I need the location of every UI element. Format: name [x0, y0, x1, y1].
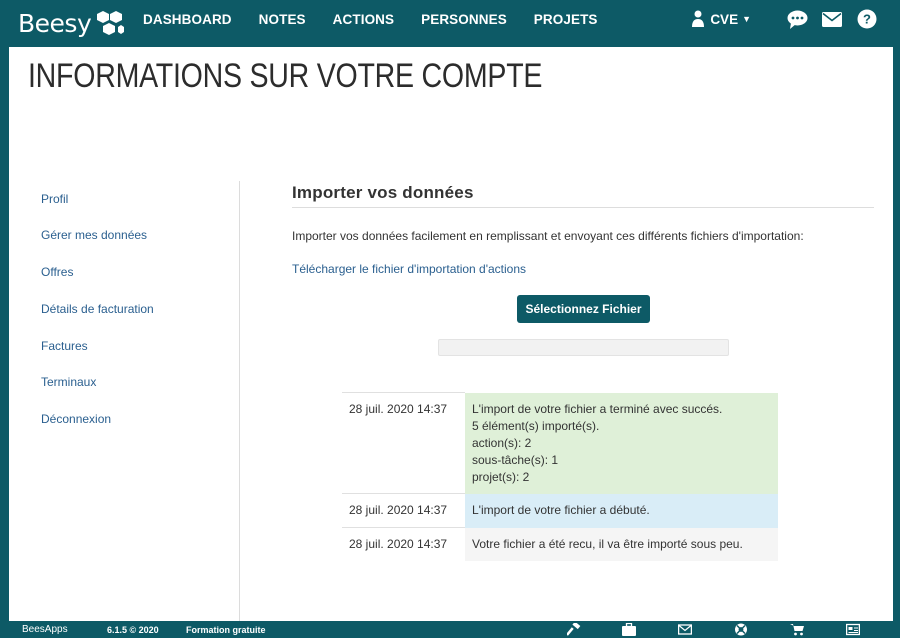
page-title: INFORMATIONS SUR VOTRE COMPTE — [28, 57, 543, 95]
upload-progress-bar — [438, 339, 729, 356]
sidebar-item-factures[interactable]: Factures — [41, 339, 88, 353]
svg-text:?: ? — [863, 12, 871, 27]
log-message: L'import de votre fichier a terminé avec… — [465, 392, 778, 494]
content-panel: INFORMATIONS SUR VOTRE COMPTE Profil Gér… — [9, 47, 893, 621]
log-message: L'import de votre fichier a débuté. — [465, 493, 778, 528]
help-icon[interactable]: ? — [856, 8, 878, 30]
footer-bar: BeesApps 6.1.5 © 2020 Formation gratuite — [0, 621, 900, 638]
user-initials: CVE — [710, 11, 739, 27]
log-message-line: 5 élément(s) importé(s). — [472, 418, 600, 433]
footer-version: 6.1.5 © 2020 — [107, 625, 159, 635]
sidebar-item-facturation[interactable]: Détails de facturation — [41, 302, 154, 316]
sidebar-item-gerer-donnees[interactable]: Gérer mes données — [41, 228, 147, 242]
nav-actions[interactable]: ACTIONS — [333, 12, 394, 27]
cart-icon[interactable] — [790, 623, 804, 636]
section-title: Importer vos données — [292, 181, 874, 208]
nav-right: CVE ▼ ? — [691, 0, 878, 38]
log-row: 28 juil. 2020 14:37 L'import de votre fic… — [342, 392, 778, 494]
nav-notes[interactable]: NOTES — [259, 12, 306, 27]
log-message-line: sous-tâche(s): 1 — [472, 452, 559, 467]
footer-training-link[interactable]: Formation gratuite — [186, 625, 266, 635]
log-message-line: action(s): 2 — [472, 435, 532, 450]
log-row: 28 juil. 2020 14:37 L'import de votre fic… — [342, 493, 778, 528]
import-intro: Importer vos données facilement en rempl… — [292, 229, 804, 243]
brand-logo-icon — [97, 11, 125, 35]
user-menu[interactable]: CVE ▼ — [691, 10, 751, 28]
select-file-button[interactable]: Sélectionnez Fichier — [517, 295, 650, 323]
mail-icon[interactable] — [821, 8, 843, 30]
nav-projets[interactable]: PROJETS — [534, 12, 598, 27]
log-date: 28 juil. 2020 14:37 — [342, 493, 465, 528]
footer-logo[interactable]: BeesApps — [22, 624, 68, 635]
support-icon[interactable] — [734, 623, 748, 636]
import-section: Importer vos données Importer vos donnée… — [292, 181, 874, 561]
log-date: 28 juil. 2020 14:37 — [342, 527, 465, 561]
top-navbar: Beesy DASHBOARD NOTES ACTIONS PERSONNES … — [0, 0, 900, 47]
user-icon — [692, 10, 705, 27]
log-message-line: projet(s): 2 — [472, 469, 530, 484]
hammer-icon[interactable] — [567, 623, 581, 636]
log-message-line: Votre fichier a été recu, il va être imp… — [472, 536, 743, 551]
card-icon[interactable] — [846, 623, 860, 636]
account-sidebar: Profil Gérer mes données Offres Détails … — [9, 181, 240, 621]
sidebar-item-terminaux[interactable]: Terminaux — [41, 375, 96, 389]
chevron-down-icon: ▼ — [742, 14, 751, 24]
main-nav: DASHBOARD NOTES ACTIONS PERSONNES PROJET… — [143, 0, 625, 38]
download-template-link[interactable]: Télécharger le fichier d'importation d'a… — [292, 262, 526, 276]
brand-name: Beesy — [18, 8, 92, 38]
log-row: 28 juil. 2020 14:37 Votre fichier a été r… — [342, 527, 778, 561]
sidebar-item-profil[interactable]: Profil — [41, 192, 68, 206]
mail-icon[interactable] — [678, 623, 692, 636]
sidebar-item-offres[interactable]: Offres — [41, 265, 73, 279]
brand[interactable]: Beesy — [18, 6, 125, 40]
log-date: 28 juil. 2020 14:37 — [342, 392, 465, 494]
nav-personnes[interactable]: PERSONNES — [421, 12, 507, 27]
nav-dashboard[interactable]: DASHBOARD — [143, 12, 232, 27]
sidebar-item-deconnexion[interactable]: Déconnexion — [41, 412, 111, 426]
chat-icon[interactable] — [786, 8, 808, 30]
briefcase-icon[interactable] — [622, 623, 636, 636]
log-message: Votre fichier a été recu, il va être imp… — [465, 527, 778, 561]
log-message-line: L'import de votre fichier a terminé avec… — [472, 401, 723, 416]
log-message-line: L'import de votre fichier a débuté. — [472, 502, 650, 517]
import-log-table: 28 juil. 2020 14:37 L'import de votre fic… — [342, 392, 778, 561]
